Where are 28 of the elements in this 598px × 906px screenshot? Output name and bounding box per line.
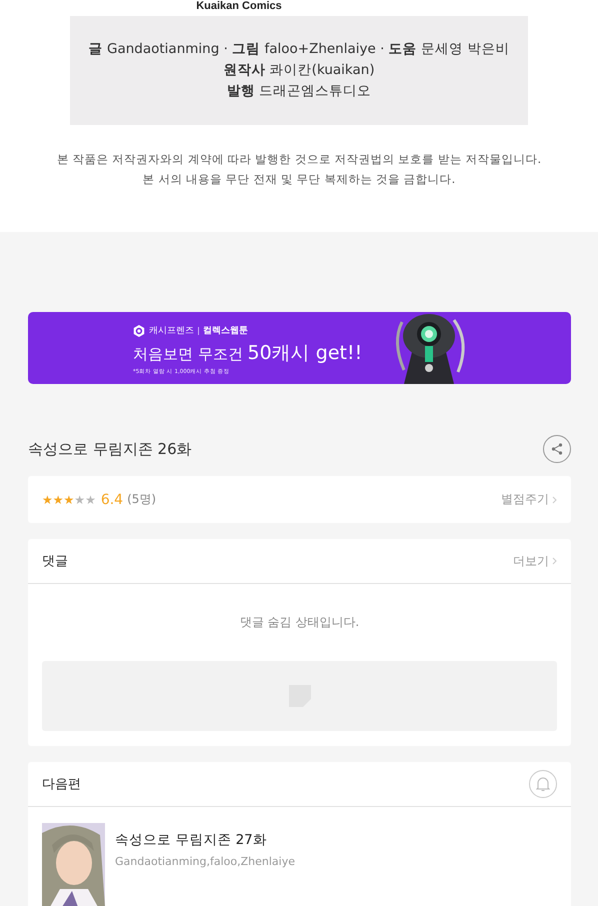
chevron-right-icon: [552, 496, 557, 504]
star-icon: ★: [85, 494, 96, 506]
star-icon: ★: [42, 494, 53, 506]
share-icon: [551, 443, 563, 455]
bell-icon: [536, 776, 550, 792]
copyright-notice: 본 서의 내용을 무단 전재 및 무단 복제하는 것을 금합니다.: [142, 171, 456, 188]
cash-logo-icon: [133, 324, 145, 336]
chevron-right-icon: [552, 557, 557, 565]
episode-authors: Gandaotianming,faloo,Zhenlaiye: [115, 855, 295, 868]
share-button[interactable]: [543, 435, 571, 463]
hidden-comments-notice: 댓글 숨김 상태입니다.: [238, 614, 360, 631]
star-icon: ★: [64, 494, 74, 506]
credit-line: 발행 드래곤엠스튜디오: [226, 82, 372, 101]
next-episode-title[interactable]: 속성으로 무림지존 27화: [115, 831, 295, 849]
banner-brand: 캐시프렌즈: [149, 325, 194, 337]
publisher-logo: Kuaikan Comics: [196, 0, 282, 12]
credit-line: 원작사 콰이칸(kuaikan): [223, 61, 375, 80]
rating-count: (5명): [127, 491, 156, 508]
copyright-notice: 본 작품은 저작권자와의 계약에 따라 발행한 것으로 저작권법의 보호를 받는 저작물입니다.: [56, 151, 542, 168]
next-episode-heading: 다음편: [42, 776, 81, 793]
credit-line: 글 Gandaotianming · 그림 faloo+Zhenlaiye · 도움 문세영 박은비: [88, 40, 510, 59]
banner-headline: 처음보면 무조건 50캐시 get!!: [133, 341, 364, 366]
comments-heading: 댓글: [42, 553, 68, 570]
episode-title: 속성으로 무림지존 26화: [28, 440, 192, 458]
star-icon: ★: [52, 494, 64, 506]
banner-partner: 컬렉스웹툰: [203, 325, 248, 337]
star-icon: ★: [74, 494, 86, 506]
rating-score: 6.4: [100, 492, 124, 508]
